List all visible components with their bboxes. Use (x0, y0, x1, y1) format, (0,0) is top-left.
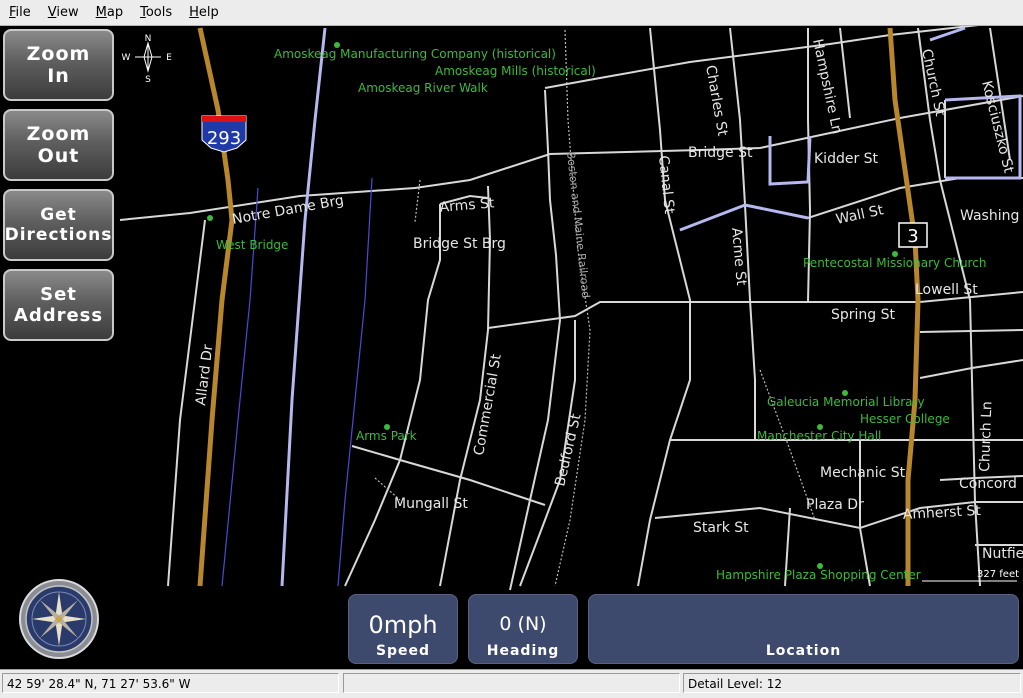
get-directions-button[interactable]: Get Directions (3, 189, 114, 261)
poi-markers (207, 42, 898, 569)
place-label: Manchester City Hall (757, 429, 881, 443)
zoom-in-button[interactable]: Zoom In (3, 29, 114, 101)
street-label: Plaza Dr (806, 497, 864, 513)
street-label: Spring St (831, 307, 896, 323)
menu-view[interactable]: View (39, 0, 87, 25)
menu-help[interactable]: Help (180, 0, 227, 25)
status-bar: 42 59' 28.4" N, 71 27' 53.6" W Detail Le… (0, 669, 1023, 698)
street-label: Hampshire Ln (809, 38, 845, 136)
street-label: Bridge St (688, 145, 753, 161)
svg-text:N: N (145, 34, 152, 44)
street-label: Church Ln (977, 401, 995, 472)
street-label: Bridge St Brg (413, 236, 506, 252)
svg-text:E: E (166, 53, 172, 63)
zoom-out-button[interactable]: Zoom Out (3, 109, 114, 181)
street-label: Concord (959, 476, 1017, 492)
compass-icon (19, 579, 99, 659)
menu-map[interactable]: Map (87, 0, 131, 25)
place-label: Arms Park (356, 429, 417, 443)
speed-label: Speed (375, 643, 431, 659)
street-label: Lowell St (915, 282, 978, 298)
status-middle (343, 673, 680, 693)
set-address-button[interactable]: Set Address (3, 269, 114, 341)
place-label: Amoskeag Mills (historical) (435, 64, 596, 78)
heading-panel: 0 (N) Heading (468, 594, 578, 664)
place-label: Amoskeag River Walk (358, 81, 488, 95)
street-label: Kidder St (814, 151, 879, 167)
place-label: Hesser College (860, 412, 950, 426)
place-label: West Bridge (216, 238, 288, 252)
street-label: Mechanic St (820, 465, 906, 481)
street-label: Arms St (439, 195, 496, 216)
speed-value: 0mph (368, 611, 438, 639)
street-label: Charles St (702, 64, 730, 138)
route-number: 3 (907, 226, 918, 247)
street-label: Stark St (693, 520, 749, 536)
map-view[interactable]: 293 3 N S E W Amoskeag Manufacturing Com… (0, 26, 1023, 668)
place-label: Galeucia Memorial Library (767, 395, 925, 409)
street-label: Church St (918, 48, 948, 119)
street-label: Kosciuszko St (978, 79, 1016, 175)
svg-text:S: S (145, 75, 151, 85)
menu-file[interactable]: File (0, 0, 39, 25)
menu-bar: File View Map Tools Help (0, 0, 1023, 26)
location-label: Location (765, 643, 842, 659)
scale-label: 327 feet (977, 569, 1019, 580)
street-label: Nutfie (982, 546, 1023, 562)
heading-value: 0 (N) (499, 613, 547, 635)
interstate-shield: 293 (201, 115, 247, 153)
street-label: Amherst St (902, 503, 981, 523)
map-canvas[interactable]: 293 3 N S E W Amoskeag Manufacturing Com… (0, 26, 1023, 668)
compass-rose: N S E W (122, 34, 173, 85)
status-detail-level: Detail Level: 12 (683, 673, 1021, 693)
street-label: Commercial St (471, 352, 505, 456)
heading-label: Heading (486, 643, 560, 659)
place-label: Amoskeag Manufacturing Company (historic… (274, 47, 556, 61)
status-coordinates: 42 59' 28.4" N, 71 27' 53.6" W (2, 673, 339, 693)
location-panel: Location (588, 594, 1019, 664)
menu-tools[interactable]: Tools (131, 0, 180, 25)
svg-text:W: W (122, 53, 131, 63)
place-label: Hampshire Plaza Shopping Center (716, 568, 921, 582)
street-label: Bedford St (552, 412, 584, 488)
interstate-number: 293 (207, 128, 241, 149)
street-label: Mungall St (394, 496, 468, 512)
place-label: Pentecostal Missionary Church (803, 256, 986, 270)
scale-bar: 327 feet (922, 569, 1019, 582)
route-shield: 3 (898, 222, 928, 248)
street-label: Washing (960, 208, 1019, 224)
speed-panel: 0mph Speed (348, 594, 458, 664)
street-label: Canal St (655, 155, 677, 215)
railroad-label: Boston and Maine Railroad (564, 151, 592, 299)
